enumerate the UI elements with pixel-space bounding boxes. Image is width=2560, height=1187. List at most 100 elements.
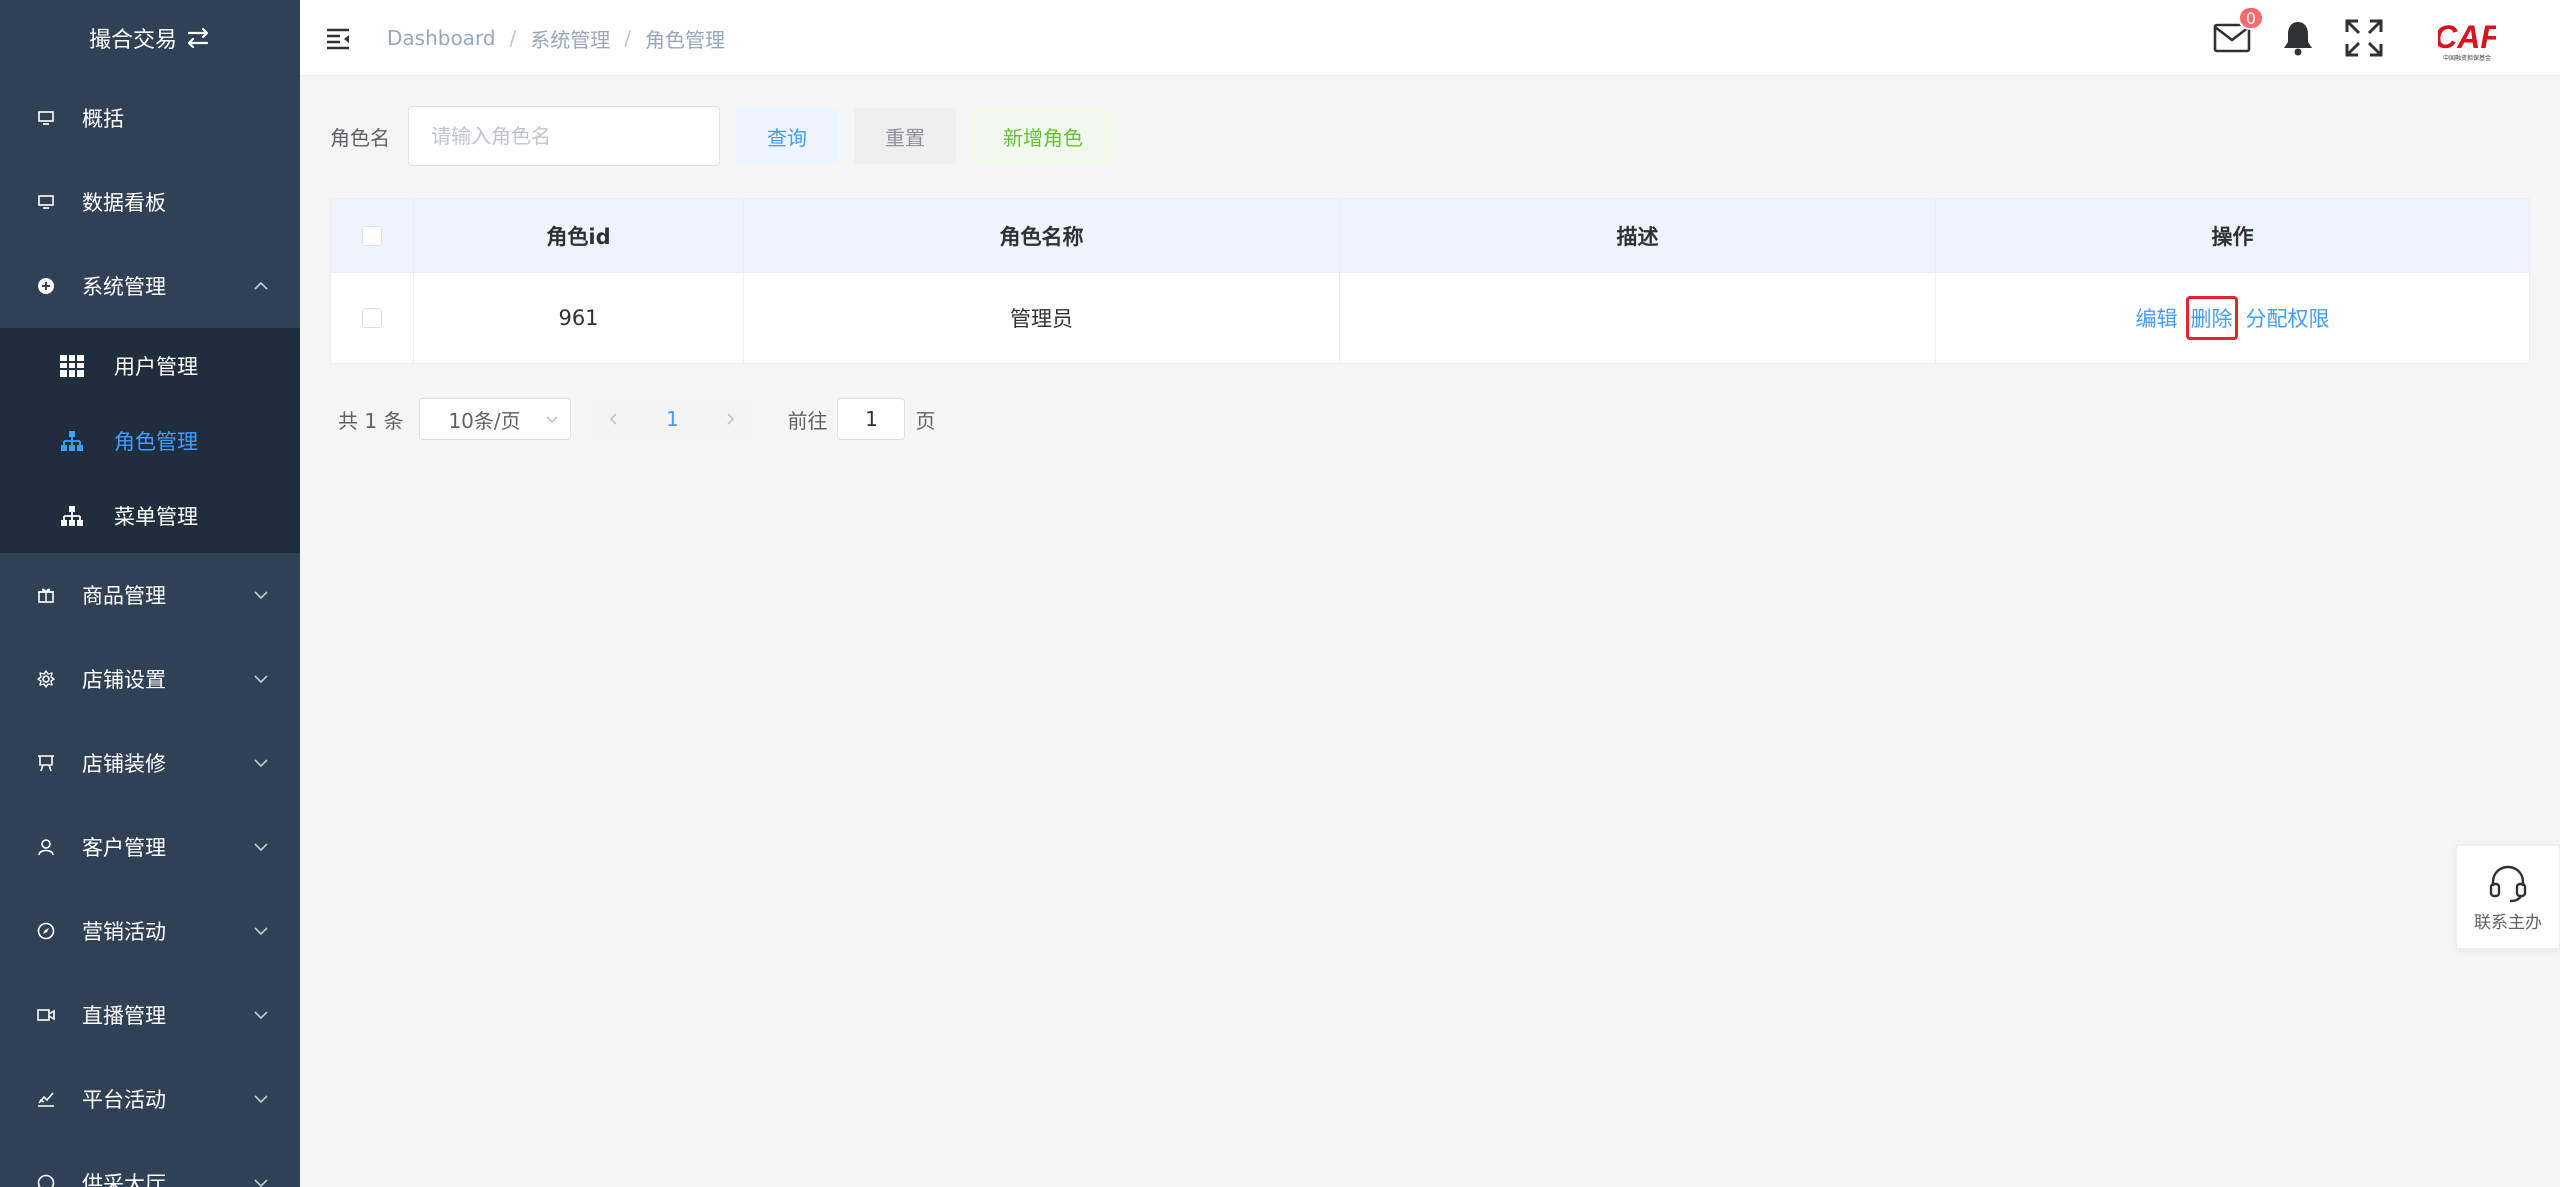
monitor-icon	[36, 108, 56, 128]
assign-permissions-link[interactable]: 分配权限	[2246, 303, 2330, 333]
system-submenu: 用户管理 角色管理 菜单管理	[0, 328, 300, 553]
top-header: Dashboard / 系统管理 / 角色管理 0 CAF 中国融资担保基金	[300, 0, 2560, 76]
caf-logo-mark: CAF 中国融资担保基金	[2438, 19, 2496, 62]
sidebar-item-platform[interactable]: 平台活动	[0, 1057, 300, 1141]
sidebar-item-label: 店铺设置	[82, 668, 166, 692]
breadcrumb-separator: /	[624, 26, 632, 50]
sidebar-item-products[interactable]: 商品管理	[0, 553, 300, 637]
chevron-down-icon	[252, 670, 270, 688]
header-actions: 0 CAF 中国融资担保基金	[2212, 0, 2560, 76]
chevron-down-icon	[252, 838, 270, 856]
grid-icon	[60, 354, 84, 378]
sidebar-item-label: 菜单管理	[114, 504, 198, 529]
chart-icon	[36, 1089, 56, 1109]
role-name-input[interactable]	[408, 106, 720, 166]
filter-bar: 角色名 查询 重置 新增角色	[330, 106, 1114, 166]
bell-icon	[2284, 22, 2312, 56]
chevron-down-icon	[252, 1174, 270, 1187]
edit-link[interactable]: 编辑	[2136, 303, 2178, 333]
page-size-value: 10条/页	[448, 408, 521, 433]
sidebar: 撮合交易 概括 数据看板 系统管理 用户管理 角色管理 菜单管理 商品管理 店铺…	[0, 0, 300, 1187]
swap-icon	[187, 27, 209, 49]
cell-actions: 编辑 删除 分配权限	[1936, 273, 2529, 363]
row-checkbox[interactable]	[362, 308, 382, 328]
sidebar-item-label: 营销活动	[82, 920, 166, 944]
next-page-button[interactable]	[709, 398, 752, 440]
role-name-label: 角色名	[330, 125, 390, 150]
hall-icon	[36, 1173, 56, 1187]
delete-link[interactable]: 删除	[2185, 296, 2238, 340]
contact-organizer-button[interactable]: 联系主办	[2456, 845, 2560, 949]
sidebar-item-users[interactable]: 用户管理	[0, 328, 300, 403]
chevron-down-icon	[546, 416, 559, 424]
goto-label: 前往	[787, 408, 828, 433]
easel-icon	[36, 753, 56, 773]
sidebar-item-store-settings[interactable]: 店铺设置	[0, 637, 300, 721]
breadcrumb-separator: /	[509, 26, 517, 50]
pagination: 共 1 条 10条/页 1 前往 页	[338, 398, 935, 440]
sidebar-item-label: 系统管理	[82, 275, 166, 299]
select-all-checkbox[interactable]	[362, 225, 382, 246]
sidebar-item-store-decoration[interactable]: 店铺装修	[0, 721, 300, 805]
fullscreen-icon	[2345, 19, 2383, 57]
sidebar-item-system[interactable]: 系统管理	[0, 244, 300, 328]
sidebar-item-label: 店铺装修	[82, 752, 166, 776]
fullscreen-button[interactable]	[2344, 18, 2384, 58]
compass-icon	[36, 921, 56, 941]
pagination-total: 共 1 条	[338, 408, 404, 433]
brand[interactable]: 撮合交易	[0, 0, 300, 76]
sidebar-item-customers[interactable]: 客户管理	[0, 805, 300, 889]
notification-button[interactable]	[2278, 18, 2318, 58]
sidebar-item-menus[interactable]: 菜单管理	[0, 478, 300, 553]
chevron-up-icon	[252, 277, 270, 295]
gift-icon	[36, 585, 56, 605]
brand-title: 撮合交易	[88, 28, 177, 53]
column-header-name: 角色名称	[744, 199, 1340, 272]
reset-button[interactable]: 重置	[854, 108, 956, 164]
page-size-select[interactable]: 10条/页	[419, 398, 572, 440]
sidebar-item-label: 数据看板	[82, 191, 166, 215]
monitor-icon	[36, 192, 56, 212]
sidebar-item-overview[interactable]: 概括	[0, 76, 300, 160]
sidebar-item-marketing[interactable]: 营销活动	[0, 889, 300, 973]
chevron-left-icon	[610, 413, 618, 425]
video-icon	[36, 1005, 56, 1025]
mail-count-badge: 0	[2237, 6, 2264, 30]
sidebar-item-dashboard[interactable]: 数据看板	[0, 160, 300, 244]
plus-circle-icon	[36, 276, 56, 296]
sidebar-item-label: 供采大厅	[82, 1172, 166, 1187]
chevron-down-icon	[252, 1090, 270, 1108]
breadcrumb-dashboard[interactable]: Dashboard	[387, 26, 496, 50]
breadcrumb-current: 角色管理	[645, 27, 726, 52]
sidebar-item-label: 概括	[82, 107, 124, 131]
page-number-current[interactable]: 1	[635, 398, 710, 440]
row-select-cell	[331, 273, 414, 363]
sidebar-item-label: 用户管理	[114, 354, 198, 379]
add-role-button[interactable]: 新增角色	[972, 108, 1114, 164]
sidebar-item-live[interactable]: 直播管理	[0, 973, 300, 1057]
prev-page-button[interactable]	[593, 398, 636, 440]
hamburger-icon[interactable]	[326, 26, 350, 50]
mail-button[interactable]: 0	[2212, 6, 2264, 58]
svg-text:中国融资担保基金: 中国融资担保基金	[2443, 54, 2491, 62]
user-icon	[36, 837, 56, 857]
sidebar-item-label: 客户管理	[82, 836, 166, 860]
breadcrumb: Dashboard / 系统管理 / 角色管理	[387, 0, 725, 76]
cell-role-id: 961	[414, 273, 744, 363]
sidebar-item-roles[interactable]: 角色管理	[0, 403, 300, 478]
breadcrumb-system[interactable]: 系统管理	[530, 24, 610, 53]
gear-icon	[36, 669, 56, 689]
sidebar-item-label: 直播管理	[82, 1004, 166, 1028]
goto-page-input[interactable]	[837, 398, 906, 440]
caf-logo: CAF 中国融资担保基金	[2436, 7, 2498, 69]
row-actions: 编辑 删除 分配权限	[2136, 296, 2330, 340]
chevron-down-icon	[252, 1006, 270, 1024]
page-suffix: 页	[915, 408, 936, 433]
select-all-cell	[331, 199, 414, 272]
query-button[interactable]: 查询	[736, 108, 838, 164]
cell-role-name: 管理员	[744, 273, 1340, 363]
column-header-actions: 操作	[2211, 224, 2254, 249]
column-header-desc: 描述	[1340, 199, 1936, 272]
sidebar-item-procurement[interactable]: 供采大厅	[0, 1141, 300, 1187]
sidebar-item-label: 商品管理	[82, 584, 166, 608]
